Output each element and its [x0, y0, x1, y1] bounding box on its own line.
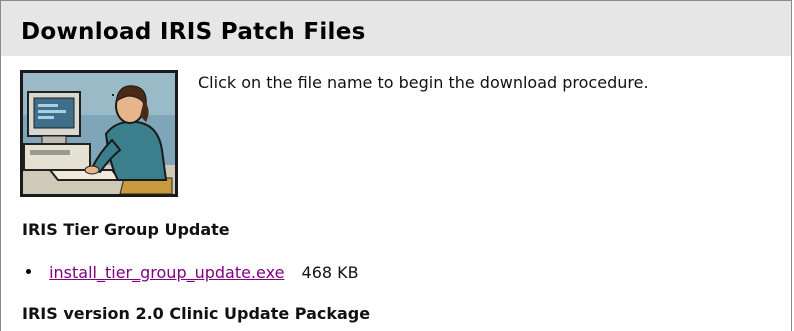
- section-heading-tier-group-update: IRIS Tier Group Update: [22, 220, 230, 239]
- file-size: 468 KB: [301, 263, 359, 282]
- person-at-computer-illustration: [20, 70, 178, 197]
- section-heading-clinic-update-package: IRIS version 2.0 Clinic Update Package: [22, 304, 371, 323]
- page-title: Download IRIS Patch Files: [21, 19, 366, 45]
- list-item: install_tier_group_update.exe 468 KB: [26, 262, 359, 284]
- bullet-icon: [26, 269, 31, 274]
- intro-text: Click on the file name to begin the down…: [198, 73, 649, 92]
- file-download-link[interactable]: install_tier_group_update.exe: [49, 263, 284, 282]
- title-bar: Download IRIS Patch Files: [1, 1, 791, 56]
